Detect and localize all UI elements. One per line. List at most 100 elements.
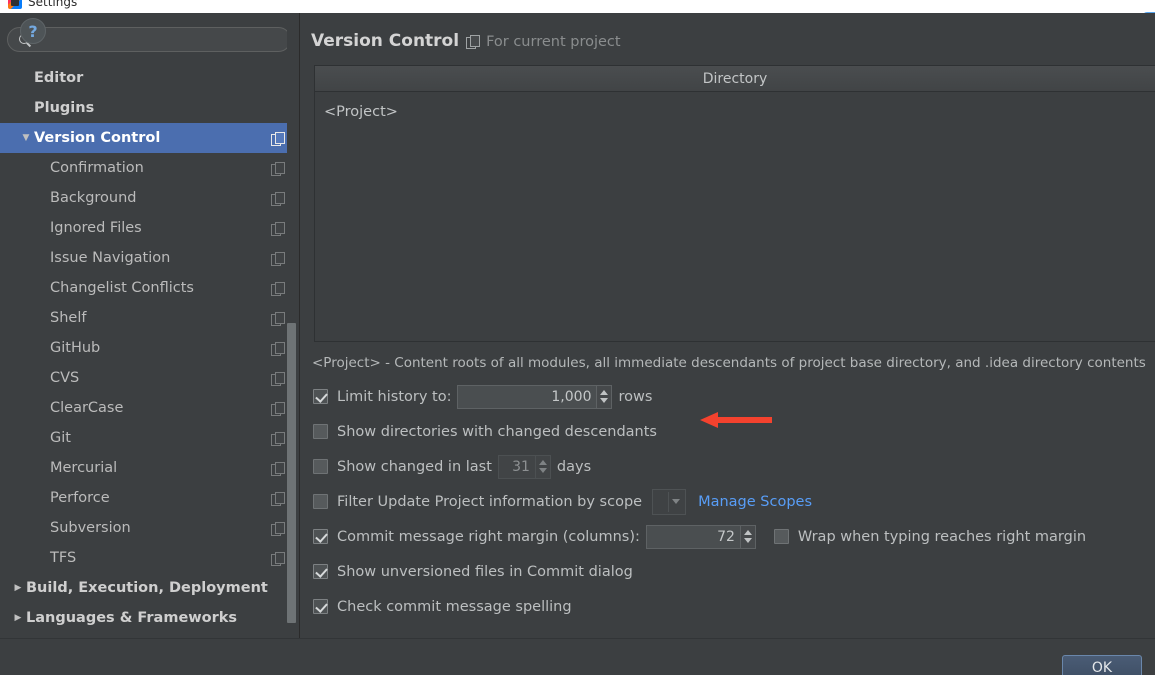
copy-settings-icon[interactable] xyxy=(271,251,285,266)
sidebar-item-plugins[interactable]: Plugins xyxy=(0,93,292,123)
manage-scopes-link[interactable]: Manage Scopes xyxy=(698,494,812,510)
sidebar-item-clearcase[interactable]: ClearCase xyxy=(0,393,292,423)
settings-sidebar: Editor Plugins ▼ Version Control Confirmatio… xyxy=(0,13,300,638)
wrap-typing-label: Wrap when typing reaches right margin xyxy=(797,528,1087,545)
copy-settings-icon[interactable] xyxy=(271,491,285,506)
sidebar-scrollbar-track[interactable] xyxy=(287,13,298,638)
copy-settings-icon[interactable] xyxy=(271,131,285,146)
search-box[interactable] xyxy=(7,27,291,52)
copy-settings-icon[interactable] xyxy=(271,551,285,566)
sidebar-item-label: Mercurial xyxy=(50,460,118,476)
sidebar-item-subversion[interactable]: Subversion xyxy=(0,513,292,543)
commit-margin-spinner-arrows[interactable] xyxy=(739,525,755,548)
chevron-up-icon[interactable] xyxy=(743,530,752,535)
show-unversioned-checkbox[interactable] xyxy=(313,564,328,579)
dialog-footer xyxy=(0,638,1155,675)
limit-history-suffix: rows xyxy=(618,388,653,405)
commit-margin-value[interactable]: 72 xyxy=(647,526,740,548)
directory-table-header[interactable]: Directory xyxy=(315,66,1155,92)
sidebar-item-label: Issue Navigation xyxy=(50,250,171,266)
copy-settings-icon[interactable] xyxy=(271,431,285,446)
sidebar-item-label: ClearCase xyxy=(50,400,124,416)
sidebar-item-build-execution-deployment[interactable]: ▶ Build, Execution, Deployment xyxy=(0,573,292,603)
sidebar-item-changelist-conflicts[interactable]: Changelist Conflicts xyxy=(0,273,292,303)
sidebar-item-cvs[interactable]: CVS xyxy=(0,363,292,393)
sidebar-item-confirmation[interactable]: Confirmation xyxy=(0,153,292,183)
column-header-directory: Directory xyxy=(702,70,768,87)
sidebar-item-issue-navigation[interactable]: Issue Navigation xyxy=(0,243,292,273)
sidebar-item-label: CVS xyxy=(50,370,80,386)
sidebar-scrollbar-thumb[interactable] xyxy=(287,323,296,623)
page-header: Version Control For current project xyxy=(311,31,621,51)
page-title: Version Control xyxy=(311,31,460,51)
limit-history-checkbox[interactable] xyxy=(313,389,328,404)
chevron-right-icon[interactable]: ▶ xyxy=(10,583,26,593)
for-current-project-label: For current project xyxy=(486,34,621,50)
sidebar-item-label: Changelist Conflicts xyxy=(50,280,194,296)
sidebar-item-label: Background xyxy=(50,190,137,206)
chevron-down-icon[interactable] xyxy=(600,398,609,403)
ok-button[interactable]: OK xyxy=(1062,655,1142,675)
sidebar-item-github[interactable]: GitHub xyxy=(0,333,292,363)
commit-margin-checkbox[interactable] xyxy=(313,529,328,544)
limit-history-spinner-arrows[interactable] xyxy=(596,385,612,408)
sidebar-item-label: Git xyxy=(50,430,71,446)
help-button[interactable]: ? xyxy=(20,18,46,44)
limit-history-value[interactable]: 1,000 xyxy=(458,386,596,408)
sidebar-item-label: Subversion xyxy=(50,520,131,536)
scope-dropdown[interactable] xyxy=(652,488,687,515)
copy-settings-icon[interactable] xyxy=(271,371,285,386)
chevron-down-icon[interactable]: ▼ xyxy=(18,133,34,143)
chevron-up-icon[interactable] xyxy=(600,390,609,395)
show-changed-last-checkbox[interactable] xyxy=(313,459,328,474)
chevron-down-icon[interactable] xyxy=(743,538,752,543)
show-changed-last-spinner[interactable]: 31 xyxy=(497,454,551,479)
settings-main-panel: Version Control For current project Dire… xyxy=(301,13,1155,638)
option-commit-margin: Commit message right margin (columns): 7… xyxy=(313,519,1153,554)
filter-by-scope-label: Filter Update Project information by sco… xyxy=(337,493,643,510)
sidebar-item-label: Languages & Frameworks xyxy=(26,610,238,626)
chevron-right-icon[interactable]: ▶ xyxy=(10,613,26,623)
sidebar-item-label: Version Control xyxy=(34,130,161,146)
sidebar-item-label: Confirmation xyxy=(50,160,144,176)
sidebar-item-mercurial[interactable]: Mercurial xyxy=(0,453,292,483)
sidebar-item-label: Shelf xyxy=(50,310,87,326)
sidebar-item-version-control[interactable]: ▼ Version Control xyxy=(0,123,292,153)
copy-settings-icon[interactable] xyxy=(271,311,285,326)
settings-dialog: Settings Editor Plugins ▼ Version Control Co… xyxy=(0,0,1155,675)
wrap-typing-checkbox[interactable] xyxy=(773,529,789,544)
copy-settings-icon[interactable] xyxy=(271,461,285,476)
sidebar-item-editor[interactable]: Editor xyxy=(0,63,292,93)
sidebar-item-ignored-files[interactable]: Ignored Files xyxy=(0,213,292,243)
copy-settings-icon[interactable] xyxy=(271,161,285,176)
directory-table: Directory <Project> xyxy=(314,65,1155,342)
show-directories-checkbox[interactable] xyxy=(313,424,328,439)
copy-settings-icon[interactable] xyxy=(271,341,285,356)
chevron-up-icon[interactable] xyxy=(538,460,547,465)
copy-settings-icon[interactable] xyxy=(271,521,285,536)
show-changed-last-value[interactable]: 31 xyxy=(499,456,535,478)
sidebar-item-tfs[interactable]: TFS xyxy=(0,543,292,573)
commit-margin-spinner[interactable]: 72 xyxy=(645,524,756,549)
sidebar-item-background[interactable]: Background xyxy=(0,183,292,213)
copy-settings-icon[interactable] xyxy=(271,221,285,236)
sidebar-item-perforce[interactable]: Perforce xyxy=(0,483,292,513)
copy-settings-icon[interactable] xyxy=(271,281,285,296)
search-input[interactable] xyxy=(32,32,280,47)
show-directories-label: Show directories with changed descendant… xyxy=(337,423,657,440)
limit-history-spinner[interactable]: 1,000 xyxy=(457,384,613,409)
sidebar-item-git[interactable]: Git xyxy=(0,423,292,453)
directory-table-body[interactable]: <Project> xyxy=(315,92,1155,341)
check-spelling-checkbox[interactable] xyxy=(313,599,328,614)
chevron-down-icon[interactable] xyxy=(538,468,547,473)
sidebar-item-languages-frameworks[interactable]: ▶ Languages & Frameworks xyxy=(0,603,292,633)
show-changed-last-spinner-arrows[interactable] xyxy=(534,455,550,478)
show-changed-last-label: Show changed in last xyxy=(337,458,492,475)
copy-settings-icon[interactable] xyxy=(271,191,285,206)
copy-settings-icon[interactable] xyxy=(271,401,285,416)
filter-by-scope-checkbox[interactable] xyxy=(313,494,328,509)
sidebar-item-label: Build, Execution, Deployment xyxy=(26,580,268,596)
sidebar-item-shelf[interactable]: Shelf xyxy=(0,303,292,333)
table-row[interactable]: <Project> xyxy=(324,104,398,120)
sidebar-item-label: Perforce xyxy=(50,490,110,506)
